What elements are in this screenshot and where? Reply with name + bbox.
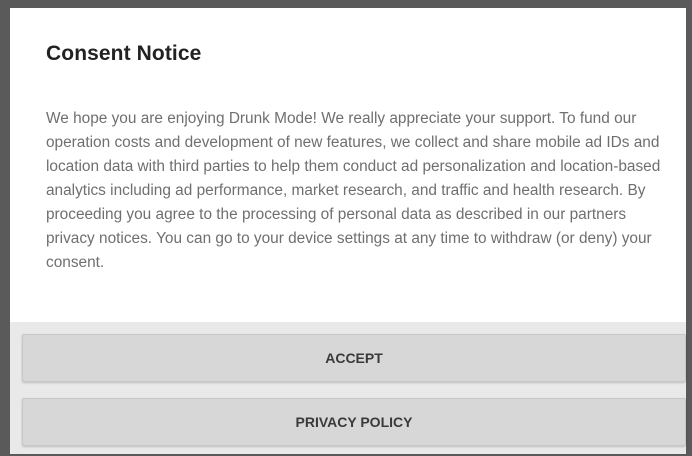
consent-dialog: Consent Notice We hope you are enjoying …	[10, 8, 686, 454]
accept-button[interactable]: ACCEPT	[22, 334, 686, 382]
dialog-actions: ACCEPT PRIVACY POLICY	[10, 322, 686, 454]
dialog-title: Consent Notice	[46, 42, 202, 65]
consent-message: We hope you are enjoying Drunk Mode! We …	[46, 110, 661, 271]
privacy-policy-button[interactable]: PRIVACY POLICY	[22, 398, 686, 446]
